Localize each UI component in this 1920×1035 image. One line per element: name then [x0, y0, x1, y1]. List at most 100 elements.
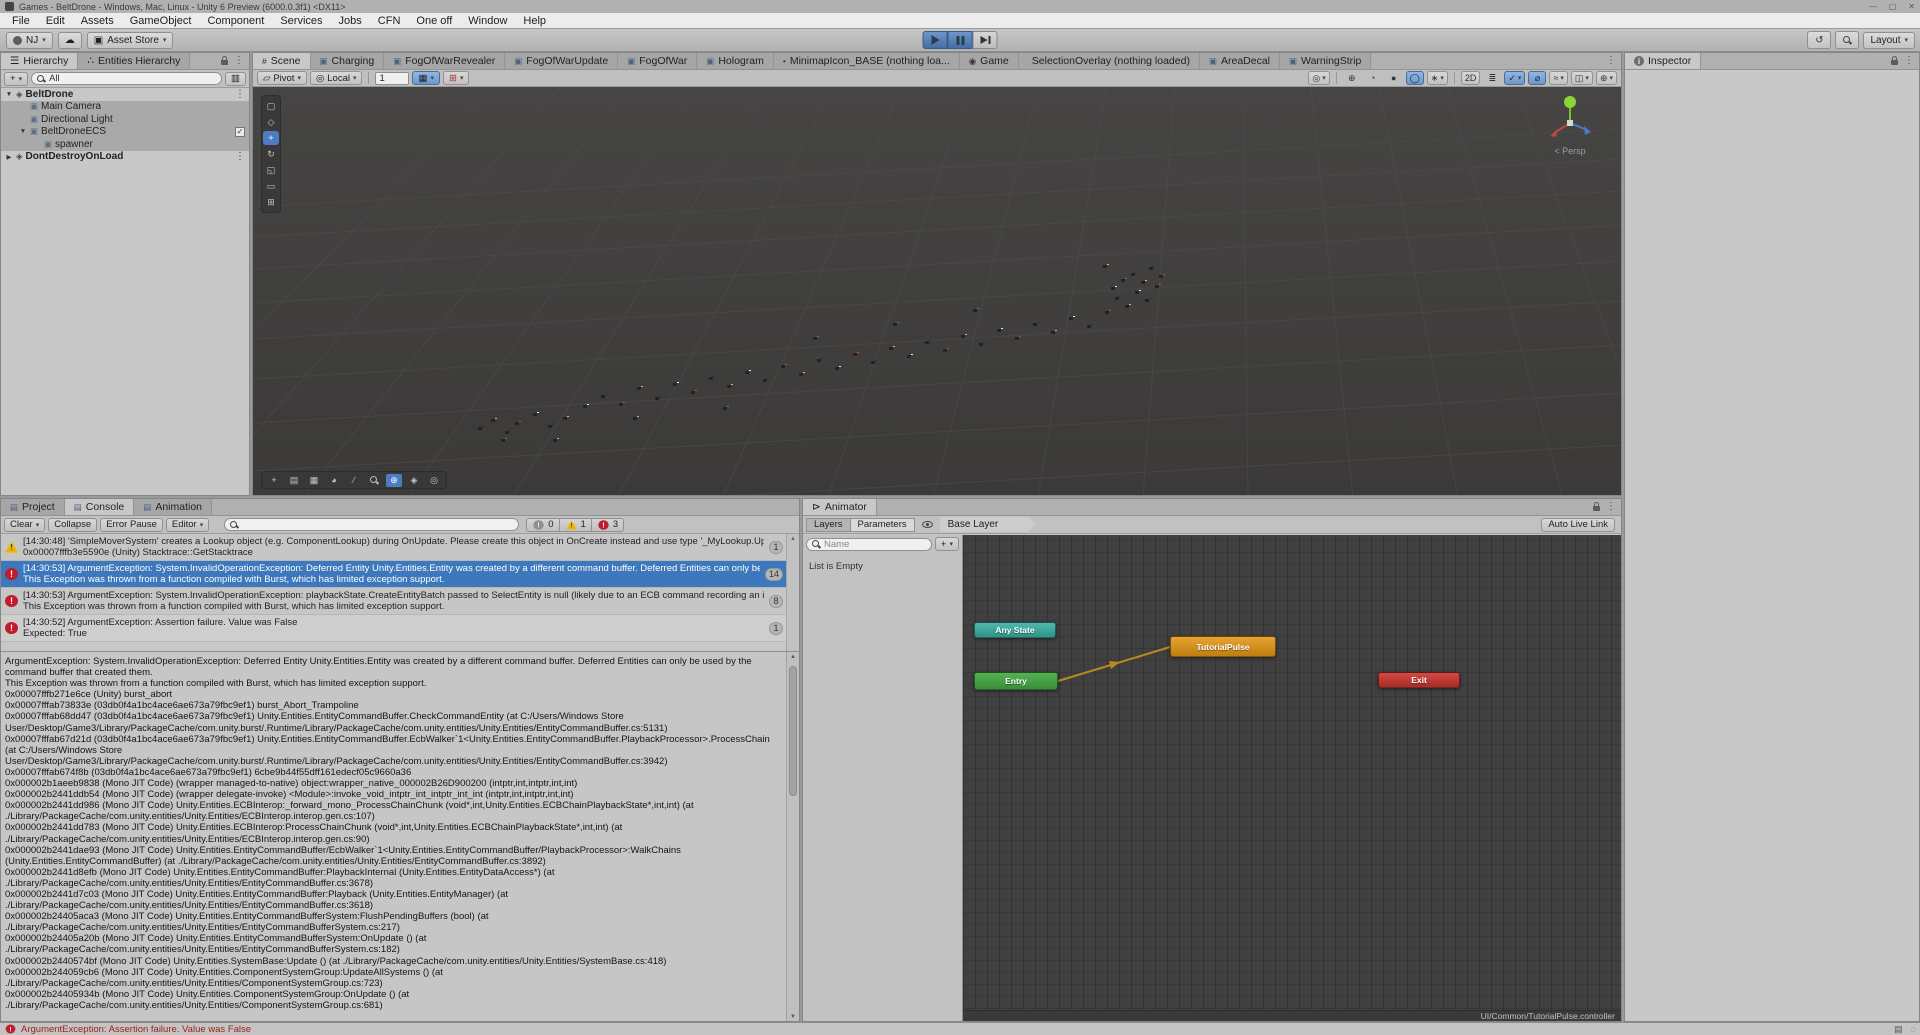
drone-entity[interactable]: [889, 347, 893, 350]
drone-entity[interactable]: [813, 337, 817, 340]
scene-view-tab[interactable]: AreaDecal: [1199, 53, 1281, 69]
shading-sphere-icon[interactable]: ◕: [326, 474, 342, 487]
globe-icon[interactable]: ◎: [426, 474, 442, 487]
console-detail-pane[interactable]: ArgumentException: System.InvalidOperati…: [1, 652, 799, 1021]
animator-state-node[interactable]: Any State: [974, 622, 1056, 638]
info-count-toggle[interactable]: 0: [526, 517, 560, 532]
kebab-icon[interactable]: ⋮: [235, 151, 245, 162]
asset-store-button[interactable]: ▣ Asset Store ▾: [86, 31, 174, 49]
drone-entity[interactable]: [1087, 325, 1091, 328]
drone-entity[interactable]: [1149, 267, 1153, 270]
drone-entity[interactable]: [1015, 337, 1019, 340]
undo-history-button[interactable]: ↺: [1807, 31, 1832, 49]
drone-entity[interactable]: [505, 431, 509, 434]
parameters-tab[interactable]: Parameters: [850, 517, 915, 532]
drone-entity[interactable]: [961, 335, 965, 338]
state-machine-graph[interactable]: Any State TutorialPulse Entry Exit UI/Co…: [963, 535, 1621, 1021]
cloud-services-button[interactable]: ☁: [57, 31, 82, 49]
drone-entity[interactable]: [601, 395, 605, 398]
rect-tool[interactable]: ▭: [263, 179, 279, 193]
draw-mode-dropdown[interactable]: ◎ ▾: [1308, 71, 1330, 85]
drone-entity[interactable]: [1051, 331, 1055, 334]
collapse-button[interactable]: Collapse: [48, 517, 98, 532]
grid-size-field[interactable]: 1: [375, 71, 410, 85]
drone-entity[interactable]: [1155, 285, 1159, 288]
scene-view-tab[interactable]: SelectionOverlay (nothing loaded): [1018, 53, 1200, 69]
pivot-dropdown[interactable]: ▱ Pivot ▾: [257, 71, 307, 85]
kebab-icon[interactable]: ⋮: [1606, 56, 1616, 66]
overlay-toggle-a[interactable]: ✓ ▾: [1504, 71, 1526, 85]
drone-entity[interactable]: [817, 359, 821, 362]
scene-view-tab[interactable]: MinimapIcon_BASE (nothing loa...: [773, 53, 960, 69]
search-by-type-button[interactable]: ▥: [225, 71, 246, 86]
expand-arrow-icon[interactable]: [19, 128, 27, 135]
drone-entity[interactable]: [1125, 305, 1129, 308]
transform-tool[interactable]: ⊞: [263, 195, 279, 209]
drone-entity[interactable]: [1131, 273, 1135, 276]
drone-entity[interactable]: [1069, 317, 1073, 320]
pen-icon[interactable]: ∕: [346, 474, 362, 487]
drone-entity[interactable]: [691, 391, 695, 394]
scene-view-tab[interactable]: Game: [959, 53, 1019, 69]
hierarchy-search-input[interactable]: All: [31, 72, 223, 85]
hierarchy-item[interactable]: Directional Light ✓ ⋮: [1, 113, 249, 126]
stats-toggle[interactable]: ≣: [1483, 71, 1501, 85]
menu-item[interactable]: Services: [272, 13, 330, 28]
drone-entity[interactable]: [853, 353, 857, 356]
crosshair-icon[interactable]: ⊕: [386, 473, 402, 487]
pause-button[interactable]: [947, 31, 973, 49]
scale-tool[interactable]: ◱: [263, 163, 279, 177]
scene-view-tab[interactable]: Hologram: [697, 53, 774, 69]
console-mini-icon[interactable]: ▤: [1894, 1024, 1903, 1035]
drone-entity[interactable]: [799, 373, 803, 376]
console-area-tab[interactable]: ▤ Animation: [134, 499, 213, 515]
drone-entity[interactable]: [907, 355, 911, 358]
menu-item[interactable]: Edit: [38, 13, 73, 28]
menu-item[interactable]: File: [4, 13, 38, 28]
detail-scrollbar[interactable]: ▲ ▼: [786, 652, 799, 1021]
kebab-icon[interactable]: ⋮: [1606, 502, 1616, 512]
skybox-toggle[interactable]: ◯: [1405, 71, 1424, 85]
drone-entity[interactable]: [1115, 297, 1119, 300]
layout-dropdown[interactable]: Layout ▾: [1863, 31, 1915, 49]
menu-item[interactable]: CFN: [370, 13, 409, 28]
drone-entity[interactable]: [501, 439, 505, 442]
activity-indicator-icon[interactable]: ◌: [1911, 1024, 1916, 1035]
console-log-entry[interactable]: [14:30:53] ArgumentException: System.Inv…: [1, 588, 799, 615]
editor-dropdown[interactable]: Editor ▾: [165, 517, 210, 532]
drone-entity[interactable]: [781, 365, 785, 368]
menu-item[interactable]: Help: [515, 13, 554, 28]
auto-live-link-button[interactable]: Auto Live Link: [1541, 517, 1615, 532]
scene-lighting-toggle[interactable]: ⊕: [1343, 71, 1361, 85]
drone-entity[interactable]: [1105, 311, 1109, 314]
drone-entity[interactable]: [835, 367, 839, 370]
item-checkbox[interactable]: ✓: [235, 126, 245, 137]
lock-icon[interactable]: [1593, 502, 1600, 511]
expand-arrow-icon[interactable]: [5, 153, 13, 161]
lock-icon[interactable]: [1891, 56, 1898, 65]
drone-entity[interactable]: [633, 417, 637, 420]
scene-view-tab[interactable]: FogOfWarRevealer: [384, 53, 506, 69]
move-tool[interactable]: +: [263, 131, 279, 145]
drone-entity[interactable]: [997, 329, 1001, 332]
layers-tab[interactable]: Layers: [806, 517, 851, 532]
clear-button[interactable]: Clear ▾: [4, 517, 46, 532]
kebab-icon[interactable]: ⋮: [234, 56, 244, 66]
drone-entity[interactable]: [548, 425, 552, 428]
view-tool[interactable]: ◇: [263, 115, 279, 129]
maximize-button[interactable]: ▢: [1889, 2, 1897, 11]
drone-entity[interactable]: [979, 343, 983, 346]
zoom-icon[interactable]: [366, 474, 382, 487]
drone-entity[interactable]: [1121, 279, 1125, 282]
drone-entity[interactable]: [478, 427, 482, 430]
tab-inspector[interactable]: i Inspector: [1625, 53, 1702, 69]
pan-icon[interactable]: +: [266, 474, 282, 487]
console-log-entry[interactable]: [14:30:52] ArgumentException: Assertion …: [1, 615, 799, 642]
menu-item[interactable]: Jobs: [331, 13, 370, 28]
drone-entity[interactable]: [1135, 291, 1139, 294]
menu-item[interactable]: GameObject: [122, 13, 200, 28]
scene-viewport[interactable]: < Persp ▢ ◇ + ↻ ◱ ▭ ⊞ + ▤ ▦ ◕ ∕ ⊕ ◈ ◎: [253, 87, 1621, 495]
tab-hierarchy[interactable]: ☰ Hierarchy: [1, 53, 79, 69]
drone-entity[interactable]: [563, 417, 567, 420]
scene-view-tab[interactable]: WarningStrip: [1280, 53, 1372, 69]
